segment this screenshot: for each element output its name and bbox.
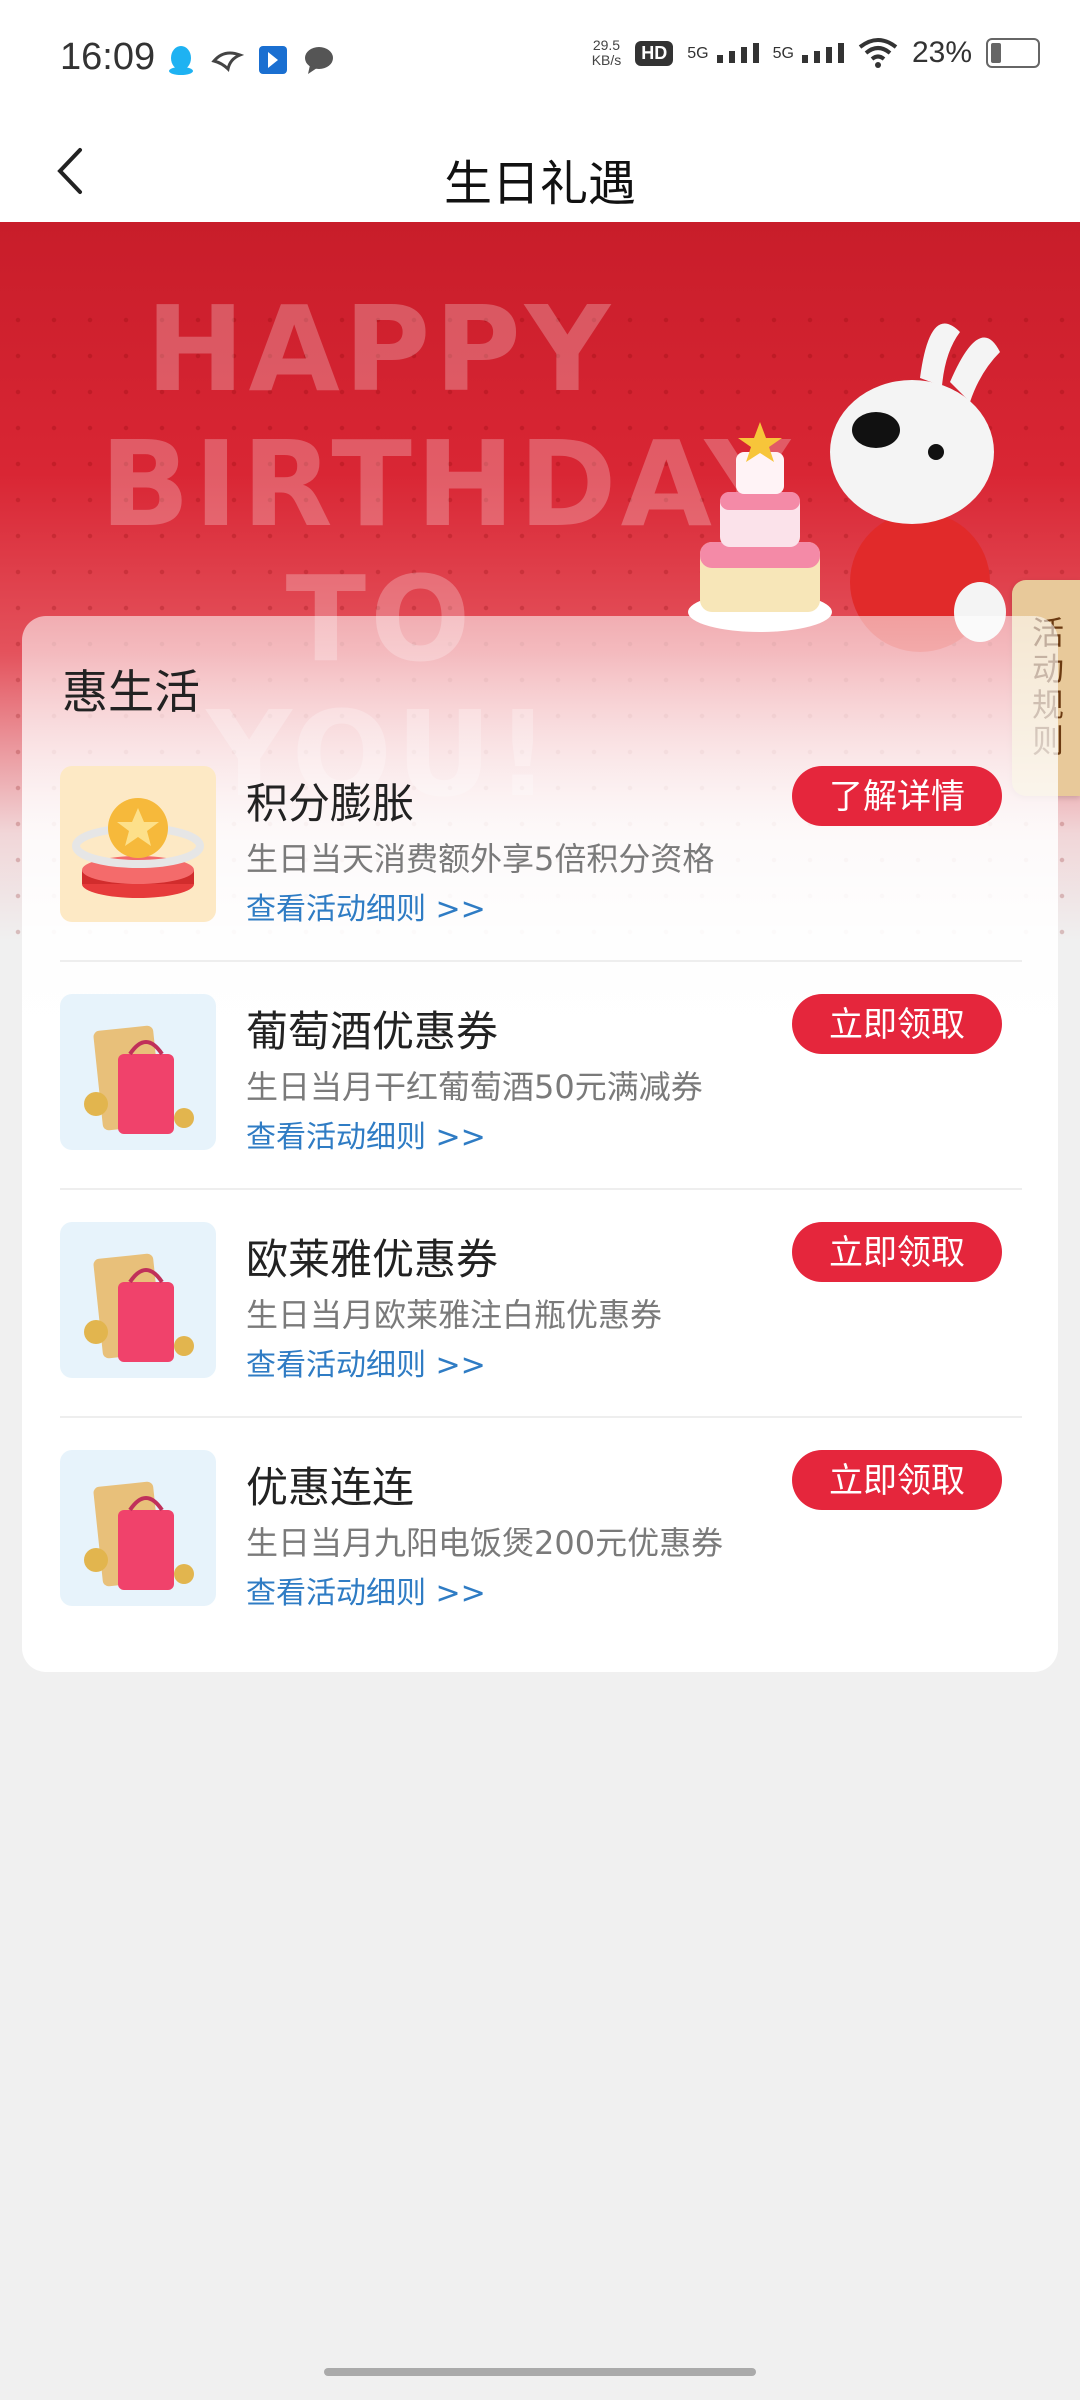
divider	[60, 960, 1022, 962]
shopping-bag-coupon-icon	[60, 1222, 216, 1378]
item-title: 积分膨胀	[246, 779, 415, 828]
status-bar: 16:09 29.5 KB/s HD 5G 5G 23%	[0, 0, 1080, 120]
claim-button[interactable]: 立即领取	[792, 1222, 1002, 1282]
rules-link[interactable]: 查看活动细则 >>	[246, 884, 486, 928]
wifi-icon	[858, 38, 898, 68]
message-icon	[305, 47, 333, 74]
notification-icons	[164, 40, 336, 80]
learn-more-button[interactable]: 了解详情	[792, 766, 1002, 826]
hd-badge: HD	[635, 40, 674, 66]
coin-stage-icon	[60, 766, 216, 922]
divider	[60, 1416, 1022, 1418]
signal-sim2-icon: 5G	[773, 43, 844, 63]
item-title: 优惠连连	[246, 1463, 415, 1512]
signal-sim1-icon: 5G	[687, 43, 759, 63]
battery-icon	[986, 38, 1040, 68]
item-description: 生日当月九阳电饭煲200元优惠券	[246, 1524, 724, 1562]
rules-link[interactable]: 查看活动细则 >>	[246, 1112, 486, 1156]
home-indicator[interactable]	[324, 2368, 756, 2376]
page-title: 生日礼遇	[443, 156, 636, 212]
list-item: 优惠连连 生日当月九阳电饭煲200元优惠券 查看活动细则 >> 立即领取	[60, 1450, 1042, 1678]
system-status: 29.5 KB/s HD 5G 5G 23%	[592, 36, 1040, 70]
divider	[60, 1188, 1022, 1190]
claim-button[interactable]: 立即领取	[792, 1450, 1002, 1510]
item-description: 生日当月干红葡萄酒50元满减券	[246, 1068, 703, 1106]
item-description: 生日当天消费额外享5倍积分资格	[246, 840, 715, 878]
bird-app-icon	[211, 51, 244, 73]
shopping-bag-coupon-icon	[60, 1450, 216, 1606]
nav-bar: 生日礼遇	[0, 120, 1080, 222]
section-title: 惠生活	[62, 665, 200, 719]
rules-link[interactable]: 查看活动细则 >>	[246, 1568, 486, 1612]
item-description: 生日当月欧莱雅注白瓶优惠券	[246, 1296, 663, 1334]
rules-link[interactable]: 查看活动细则 >>	[246, 1340, 486, 1384]
benefits-card: 惠生活 积分膨胀 生日当天消费额外享5倍积分资格 查看活动细则 >> 了解详情	[22, 616, 1058, 1672]
item-title: 欧莱雅优惠券	[246, 1235, 499, 1284]
shopping-bag-coupon-icon	[60, 994, 216, 1150]
net-speed: 29.5 KB/s	[591, 37, 622, 68]
claim-button[interactable]: 立即领取	[792, 994, 1002, 1054]
item-title: 葡萄酒优惠券	[246, 1007, 499, 1056]
battery-percent: 23%	[911, 36, 972, 69]
bookmark-app-icon	[259, 46, 287, 74]
status-time: 16:09	[60, 36, 156, 78]
qq-icon	[169, 46, 193, 75]
